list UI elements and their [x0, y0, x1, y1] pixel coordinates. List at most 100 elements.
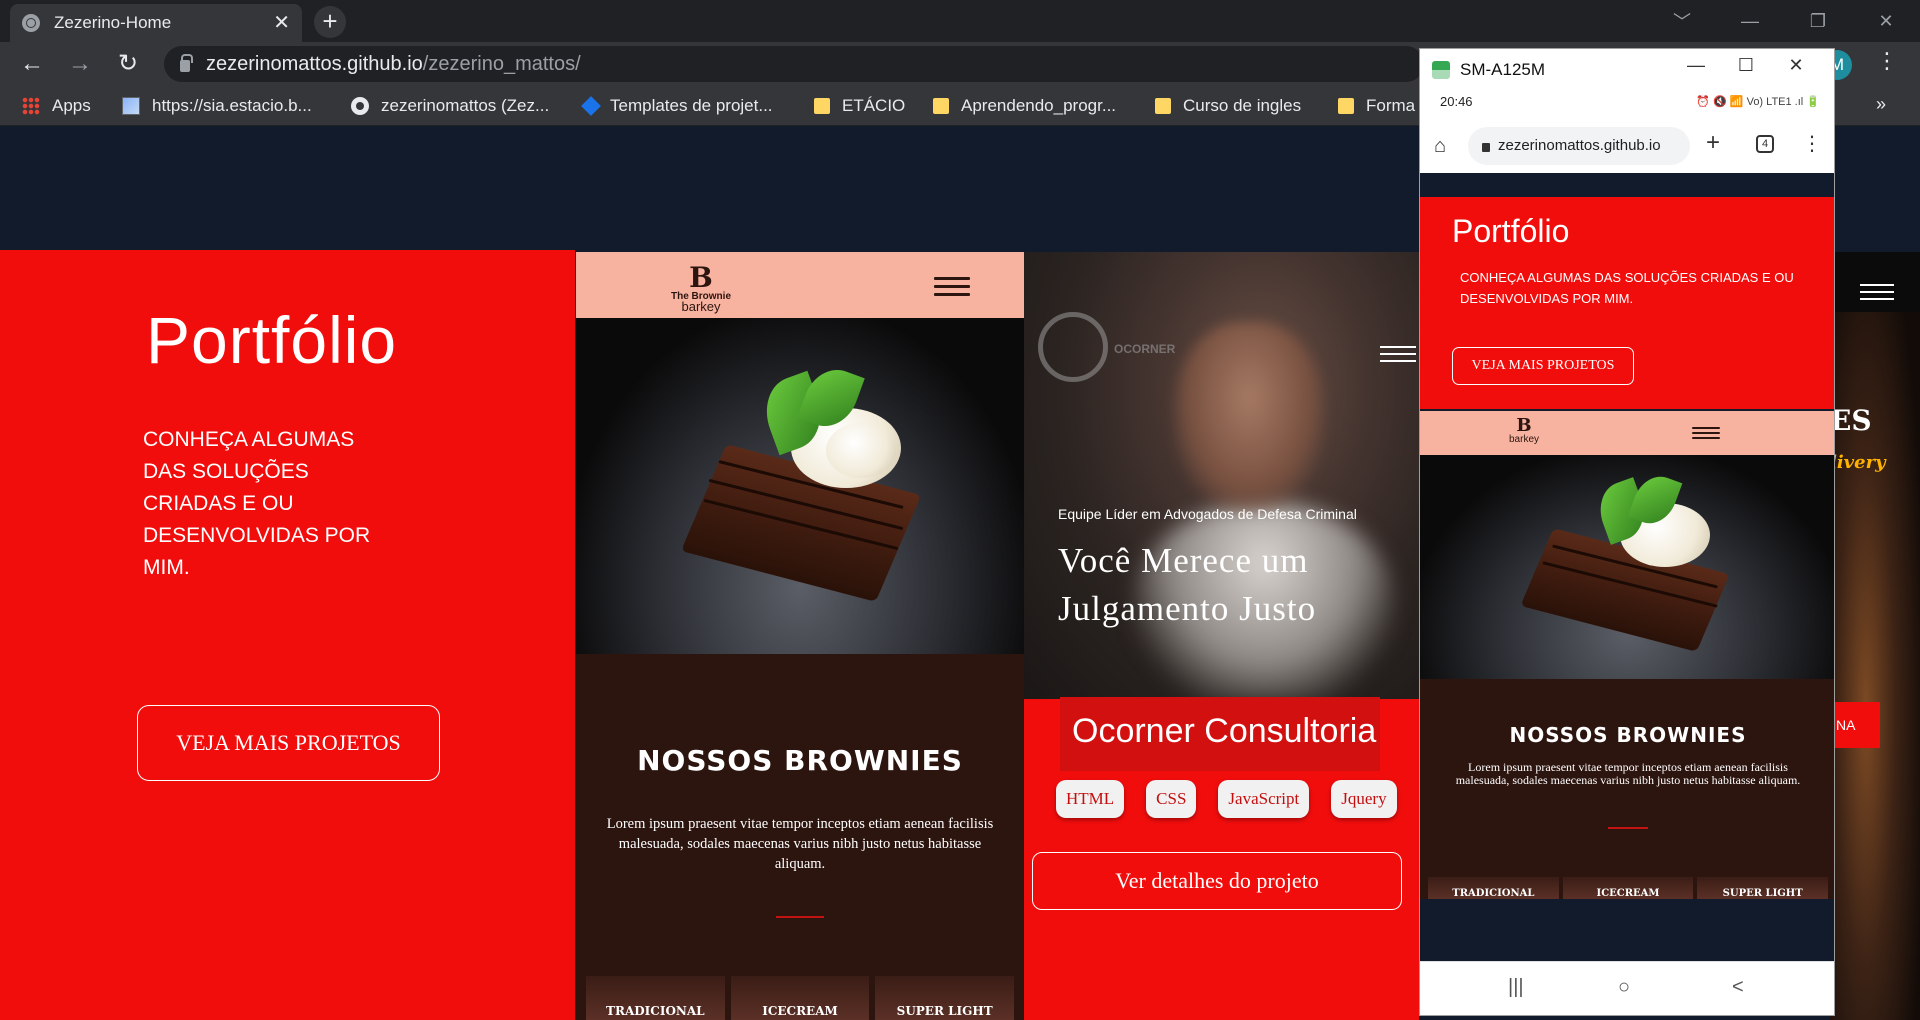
phone-project-card-brownie[interactable]: B barkey NOSSOS BROWNIES Lorem ipsum pra…	[1420, 411, 1834, 899]
phone-browser-bar: ⌂ zezerinomattos.github.io + 4 ⋮	[1420, 117, 1834, 173]
phone-close-button[interactable]: ✕	[1776, 55, 1816, 76]
hamburger-menu-icon[interactable]	[1860, 284, 1894, 305]
thumb-tradicional: TRADICIONAL	[586, 976, 725, 1020]
tab-close-icon[interactable]: ✕	[273, 13, 290, 33]
phone-maximize-button[interactable]: ☐	[1726, 55, 1766, 76]
url-path: /zezerino_mattos/	[422, 52, 581, 75]
bookmark-label: Apps	[52, 96, 91, 115]
bookmark-folder-ingles[interactable]: Curso de ingles	[1155, 96, 1301, 116]
bookmark-apps[interactable]: Apps	[22, 96, 91, 116]
globe-icon	[22, 14, 40, 32]
ocorner-photo: OCORNER Equipe Líder em Advogados de Def…	[1024, 252, 1419, 702]
portfolio-hero: Portfólio CONHEÇA ALGUMAS DAS SOLUÇÕES C…	[0, 250, 575, 1020]
brownie-body: NOSSOS BROWNIES Lorem ipsum praesent vit…	[576, 654, 1024, 1020]
see-more-projects-button[interactable]: VEJA MAIS PROJETOS	[137, 705, 440, 781]
home-icon[interactable]: ⌂	[1434, 135, 1446, 158]
phone-time: 20:46	[1440, 94, 1473, 109]
ocorner-logo-text: OCORNER	[1114, 342, 1176, 356]
apps-grid-icon	[22, 97, 40, 115]
bookmarks-overflow-icon[interactable]: »	[1876, 94, 1886, 115]
phone-minimize-button[interactable]: —	[1676, 55, 1716, 76]
project-card-burger[interactable]: ES livery NA	[1830, 252, 1920, 1020]
folder-icon	[814, 98, 830, 114]
project-details-button[interactable]: Ver detalhes do projeto	[1032, 852, 1402, 910]
status-icons: ⏰ 🔇 📶 Vo) LTE1 .ıl 🔋	[1696, 96, 1820, 108]
bookmark-folder-forma[interactable]: Forma	[1338, 96, 1415, 116]
bookmark-github[interactable]: zezerinomattos (Zez...	[351, 96, 549, 116]
app-icon	[1432, 61, 1450, 79]
portfolio-title: Portfólio	[146, 303, 398, 377]
phone-status-bar: 20:46 ⏰ 🔇 📶 Vo) LTE1 .ıl 🔋	[1420, 91, 1834, 117]
phone-window-titlebar: SM-A125M — ☐ ✕	[1420, 49, 1834, 91]
divider	[1608, 827, 1648, 829]
site-icon	[122, 97, 140, 115]
ocorner-subtitle: Equipe Líder em Advogados de Defesa Crim…	[1058, 506, 1357, 522]
bookmark-label: Templates de projet...	[610, 96, 773, 115]
thumb-icecream: ICECREAM	[730, 976, 870, 1020]
chip-css: CSS	[1146, 780, 1197, 818]
browser-tab-active[interactable]: Zezerino-Home ✕	[10, 4, 302, 42]
brownie-heading: NOSSOS BROWNIES	[637, 744, 963, 777]
phone-portfolio-title: Portfólio	[1452, 213, 1570, 249]
browser-menu-icon[interactable]: ⋮	[1876, 50, 1898, 72]
close-window-button[interactable]: ✕	[1852, 0, 1920, 42]
ocorner-logo	[1038, 312, 1108, 382]
search-tabs-icon[interactable]: ﹀	[1648, 0, 1716, 42]
back-button[interactable]: ←	[16, 48, 48, 80]
chip-html: HTML	[1056, 780, 1125, 818]
forward-button[interactable]: →	[64, 48, 96, 80]
address-bar[interactable]: zezerinomattos.github.io /zezerino_matto…	[164, 46, 1424, 82]
phone-brownie-text: Lorem ipsum praesent vitae tempor incept…	[1455, 760, 1801, 787]
brownie-header: B The Brownie barkey	[576, 252, 1024, 318]
bookmark-label: zezerinomattos (Zez...	[381, 96, 550, 115]
jira-icon	[581, 96, 601, 116]
phone-brownie-photo	[1420, 455, 1834, 679]
hamburger-menu-icon[interactable]	[934, 277, 970, 297]
bookmark-label: ETÁCIO	[842, 96, 906, 115]
bookmark-sia-estacio[interactable]: https://sia.estacio.b...	[122, 96, 312, 116]
brownie-text: Lorem ipsum praesent vitae tempor incept…	[606, 816, 994, 872]
new-tab-button[interactable]: +	[314, 6, 346, 38]
burger-heading: ES	[1830, 404, 1872, 437]
tab-count-button[interactable]: 4	[1756, 135, 1774, 153]
hamburger-menu-icon[interactable]	[1380, 346, 1416, 367]
phone-menu-icon[interactable]: ⋮	[1802, 131, 1822, 156]
reload-button[interactable]: ↻	[112, 48, 144, 80]
recent-apps-button[interactable]: |||	[1508, 976, 1524, 999]
hamburger-menu-icon[interactable]	[1692, 427, 1720, 447]
project-card-ocorner[interactable]: OCORNER Equipe Líder em Advogados de Def…	[1024, 252, 1419, 1020]
phone-navigation-bar: ||| ○ <	[1420, 961, 1834, 1015]
phone-page: Portfólio CONHEÇA ALGUMAS DAS SOLUÇÕES C…	[1420, 173, 1834, 961]
bookmark-templates[interactable]: Templates de projet...	[581, 96, 773, 116]
burger-tagline: livery	[1830, 452, 1886, 473]
phone-brownie-logo: B barkey	[1502, 417, 1546, 445]
folder-icon	[933, 98, 949, 114]
tech-chips: HTML CSS JavaScript Jquery	[1056, 780, 1397, 818]
phone-window-title: SM-A125M	[1460, 60, 1546, 79]
bookmark-folder-aprendendo[interactable]: Aprendendo_progr...	[933, 96, 1116, 116]
phone-brownie-heading: NOSSOS BROWNIES	[1509, 723, 1747, 747]
burger-button[interactable]: NA	[1830, 702, 1880, 748]
brownie-photo	[576, 318, 1024, 654]
new-tab-icon[interactable]: +	[1706, 129, 1720, 157]
phone-address-bar[interactable]: zezerinomattos.github.io	[1468, 127, 1690, 165]
url-host: zezerinomattos.github.io	[206, 52, 423, 75]
phone-brownie-header: B barkey	[1420, 411, 1834, 455]
brownie-logo-letter: B	[689, 261, 713, 294]
phone-see-more-projects-button[interactable]: VEJA MAIS PROJETOS	[1452, 347, 1634, 385]
brownie-thumbnails: TRADICIONAL ICECREAM SUPER LIGHT	[586, 976, 1015, 1020]
project-card-brownie[interactable]: B The Brownie barkey NOSSOS BROWNIES Lor…	[576, 252, 1024, 1020]
phone-home-button[interactable]: ○	[1618, 976, 1630, 999]
ocorner-headline: Você Merece um Julgamento Justo	[1058, 537, 1316, 633]
bookmark-folder-etacio[interactable]: ETÁCIO	[814, 96, 905, 116]
minimize-window-button[interactable]: —	[1716, 0, 1784, 42]
restore-window-button[interactable]: ❐	[1784, 0, 1852, 42]
phone-back-button[interactable]: <	[1732, 976, 1744, 999]
divider	[776, 916, 824, 918]
thumb-super-light: SUPER LIGHT	[875, 976, 1015, 1020]
thumb-super-light: SUPER LIGHT	[1697, 877, 1829, 899]
bookmark-label: https://sia.estacio.b...	[152, 96, 312, 115]
bookmark-label: Forma	[1366, 96, 1416, 115]
chip-javascript: JavaScript	[1218, 780, 1310, 818]
github-icon	[351, 97, 369, 115]
